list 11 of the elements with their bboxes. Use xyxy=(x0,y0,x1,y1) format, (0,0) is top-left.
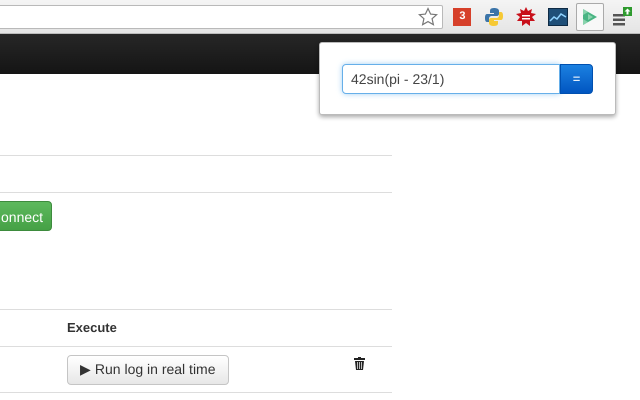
extension-badge-icon[interactable]: 3 xyxy=(453,8,472,26)
column-header: Execute xyxy=(67,319,117,338)
connect-button[interactable]: onnect xyxy=(0,201,52,231)
trash-icon[interactable] xyxy=(354,357,365,370)
menu-icon[interactable] xyxy=(612,6,632,26)
run-log-button[interactable]: ▶ Run log in real time xyxy=(67,354,229,384)
bookmark-star-icon[interactable] xyxy=(418,6,438,26)
python-icon[interactable] xyxy=(484,6,504,26)
equals-button[interactable]: = xyxy=(560,64,593,94)
starburst-icon[interactable] xyxy=(516,6,536,26)
expression-field[interactable]: 42sin(pi - 23/1) xyxy=(342,64,560,94)
